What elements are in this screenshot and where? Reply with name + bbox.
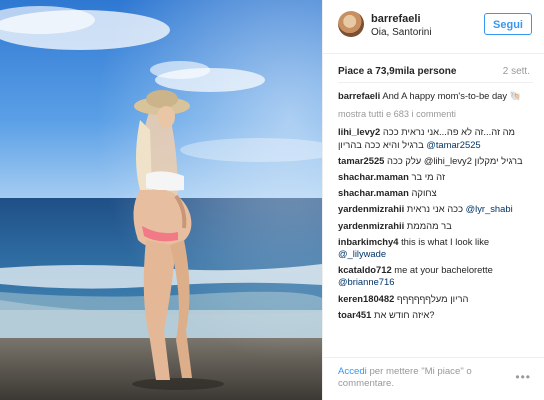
comment-text: הריון מעלףףףףףף	[396, 292, 469, 304]
comment-username[interactable]: toar451	[338, 309, 371, 320]
comment-item: toar451 איזה חודש את?	[338, 309, 536, 321]
comment-mention[interactable]: @tamar2525	[426, 139, 480, 150]
caption-text: And A happy mom's-to-be day	[382, 90, 508, 101]
username-link[interactable]: barrefaeli	[371, 13, 421, 25]
avatar[interactable]	[338, 11, 364, 37]
post-age[interactable]: 2 sett.	[503, 66, 530, 77]
comment-item: yardenmizrahii בר מהממת	[338, 220, 536, 232]
comment-username[interactable]: yardenmizrahii	[338, 203, 404, 214]
comments-list: barrefaeli And A happy mom's-to-be day 🐚…	[338, 90, 536, 355]
comment-username[interactable]: inbarkimchy4	[338, 236, 398, 247]
caption-username[interactable]: barrefaeli	[338, 90, 380, 101]
comment-item: inbarkimchy4 this is what I look like @_…	[338, 236, 536, 260]
show-all-comments-link[interactable]: mostra tutti e 683 i commenti	[338, 108, 536, 120]
divider	[338, 82, 533, 83]
more-options-icon[interactable]: •••	[515, 370, 531, 384]
comment-item: tamar2525 עלק ככה @lihi_levy2 ברגיל ימקל…	[338, 155, 536, 167]
comment-username[interactable]: shachar.maman	[338, 187, 409, 198]
comment-mention[interactable]: @lyr_shabi	[466, 203, 513, 214]
comment-text: זה מי בר	[411, 171, 445, 183]
comment-text: איזה חודש את?	[373, 308, 435, 320]
shell-emoji-icon: 🐚	[509, 90, 522, 101]
comment-username[interactable]: lihi_levy2	[338, 126, 380, 137]
comment-text: me at your bachelorette	[394, 264, 493, 276]
post-header: barrefaeli Oia, Santorini Segui	[323, 0, 544, 54]
comment-username[interactable]: tamar2525	[338, 155, 384, 166]
comment-text: עלק ככה @lihi_levy2 ברגיל ימקלון	[387, 154, 523, 166]
comment-username[interactable]: keren180482	[338, 293, 394, 304]
post-side-panel: barrefaeli Oia, Santorini Segui Piace a …	[322, 0, 544, 400]
comment-text: ככה אני נראית	[406, 203, 464, 215]
comment-mention[interactable]: @_lilywade	[338, 248, 386, 259]
comment-text: צחוקה	[411, 187, 437, 199]
comment-username[interactable]: kcataldo712	[338, 264, 392, 275]
comment-item: kcataldo712 me at your bachelorette @bri…	[338, 264, 536, 288]
comment-username[interactable]: shachar.maman	[338, 171, 409, 182]
caption: barrefaeli And A happy mom's-to-be day 🐚	[338, 90, 536, 102]
comment-mention[interactable]: @brianne716	[338, 276, 394, 287]
location-link[interactable]: Oia, Santorini	[371, 27, 432, 38]
comment-item: keren180482 הריון מעלףףףףףף	[338, 293, 536, 305]
likes-count[interactable]: Piace a 73,9mila persone	[338, 66, 456, 77]
comment-rows: lihi_levy2 מה זה...זה לא פה...אני נראית …	[338, 126, 536, 321]
comment-text: this is what I look like	[401, 235, 490, 247]
post-photo	[0, 0, 322, 400]
comment-item: shachar.maman זה מי בר	[338, 171, 536, 183]
post-footer: Accedi per mettere "Mi piace" o commenta…	[323, 357, 544, 400]
login-prompt: Accedi per mettere "Mi piace" o commenta…	[338, 366, 498, 390]
comment-text: בר מהממת	[406, 219, 452, 231]
comment-username[interactable]: yardenmizrahii	[338, 220, 404, 231]
login-link[interactable]: Accedi	[338, 366, 367, 377]
comment-item: yardenmizrahii ככה אני נראית @lyr_shabi	[338, 203, 536, 215]
comment-item: shachar.maman צחוקה	[338, 187, 536, 199]
follow-button[interactable]: Segui	[484, 13, 532, 35]
comment-item: lihi_levy2 מה זה...זה לא פה...אני נראית …	[338, 126, 536, 150]
